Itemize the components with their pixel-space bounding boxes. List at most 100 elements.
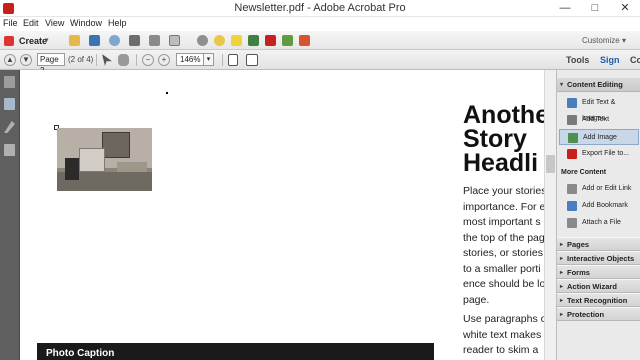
tab-comment[interactable]: Co	[630, 55, 640, 65]
zoom-out-button[interactable]: −	[142, 54, 154, 66]
comment-icon[interactable]	[214, 35, 225, 46]
signatures-icon[interactable]	[4, 144, 15, 156]
story-body-paragraph[interactable]: Use paragraphs o white text makes reader…	[463, 312, 544, 359]
attachments-icon[interactable]	[4, 121, 15, 133]
menu-help[interactable]: Help	[108, 18, 127, 28]
menu-window[interactable]: Window	[70, 18, 102, 28]
title-bar: Newsletter.pdf - Adobe Acrobat Pro — □ ✕	[0, 0, 640, 17]
body-line: reader to skim a	[463, 344, 539, 356]
document-page[interactable]: Anothe Story Headli Place your stories i…	[20, 70, 544, 360]
section-action-wizard[interactable]: ▸ Action Wizard	[557, 279, 640, 293]
email-icon[interactable]	[169, 35, 180, 46]
menu-file[interactable]: File	[3, 18, 18, 28]
maximize-button[interactable]: □	[580, 0, 610, 17]
add-text-icon	[567, 115, 577, 125]
export-icon[interactable]	[282, 35, 293, 46]
section-text-recognition[interactable]: ▸ Text Recognition	[557, 293, 640, 307]
main-toolbar: Create ▾ Customize ▾	[0, 31, 640, 50]
settings-icon[interactable]	[197, 35, 208, 46]
item-label: Add Text	[582, 116, 610, 123]
body-line: Place your stories	[463, 185, 544, 197]
headline-line: Story	[463, 125, 527, 153]
tab-tools[interactable]: Tools	[566, 55, 589, 65]
add-edit-link-button[interactable]: Add or Edit Link	[559, 181, 639, 197]
section-protection[interactable]: ▸ Protection	[557, 307, 640, 321]
create-icon	[4, 36, 14, 46]
bookmarks-icon[interactable]	[4, 98, 15, 110]
sign-icon[interactable]	[248, 35, 259, 46]
section-title: Pages	[567, 240, 590, 249]
review-icon[interactable]	[299, 35, 310, 46]
edit-icon[interactable]	[149, 35, 160, 46]
tab-sign[interactable]: Sign	[600, 55, 620, 65]
section-pages[interactable]: ▸ Pages	[557, 237, 640, 251]
previous-page-button[interactable]: ▲	[4, 54, 16, 66]
left-navigation-panel	[0, 70, 20, 360]
section-content-editing[interactable]: ▾ Content Editing	[557, 78, 640, 92]
attach-file-button[interactable]: Attach a File	[559, 215, 639, 231]
vertical-scrollbar[interactable]	[544, 70, 556, 360]
add-bookmark-button[interactable]: Add Bookmark	[559, 198, 639, 214]
full-screen-icon[interactable]	[246, 54, 258, 66]
chevron-right-icon: ▸	[560, 312, 564, 318]
headline-line: Anothe	[463, 101, 544, 129]
export-file-button[interactable]: Export File to...	[559, 146, 639, 162]
item-label: Export File to...	[582, 150, 630, 157]
section-forms[interactable]: ▸ Forms	[557, 265, 640, 279]
chevron-right-icon: ▸	[560, 256, 564, 262]
section-title: Action Wizard	[567, 282, 617, 291]
add-text-button[interactable]: Add Text	[559, 112, 639, 128]
body-line: ence should be lo	[463, 278, 544, 290]
section-interactive-objects[interactable]: ▸ Interactive Objects	[557, 251, 640, 265]
body-line: Use paragraphs o	[463, 313, 544, 325]
section-title: Text Recognition	[567, 296, 628, 305]
bookmark-icon	[567, 201, 577, 211]
item-label: Attach a File	[582, 219, 621, 226]
next-page-button[interactable]: ▼	[20, 54, 32, 66]
minimize-button[interactable]: —	[550, 0, 580, 17]
photo-caption[interactable]: Photo Caption	[37, 343, 434, 360]
section-title: Protection	[567, 310, 605, 319]
chevron-right-icon: ▸	[560, 284, 564, 290]
edit-text-icon	[567, 98, 577, 108]
menu-view[interactable]: View	[45, 18, 64, 28]
chevron-down-icon: ▾	[45, 37, 49, 44]
customize-button[interactable]: Customize ▾	[582, 36, 626, 45]
page-count: (2 of 4)	[68, 55, 94, 64]
select-cursor-icon[interactable]	[102, 54, 112, 66]
cloud-icon[interactable]	[109, 35, 120, 46]
story-body-paragraph[interactable]: Place your stories importance. For e mos…	[463, 184, 544, 308]
chevron-down-icon: ▾	[621, 36, 626, 45]
photo-shadow	[65, 158, 79, 180]
create-button[interactable]: Create ▾	[4, 34, 52, 48]
zoom-level-input[interactable]: 146%	[176, 53, 204, 66]
stamp-icon[interactable]	[231, 35, 242, 46]
fit-page-icon[interactable]	[228, 54, 238, 66]
section-title: Forms	[567, 268, 590, 277]
body-line: to a smaller porti	[463, 262, 541, 275]
open-folder-icon[interactable]	[69, 35, 80, 46]
story-headline[interactable]: Anothe Story Headli	[463, 101, 544, 176]
redact-icon[interactable]	[265, 35, 276, 46]
toolbar-divider	[136, 54, 137, 66]
page-number-input[interactable]: Page 2	[37, 53, 65, 75]
photo-shelf	[102, 132, 130, 158]
add-image-button[interactable]: Add Image	[559, 129, 639, 145]
section-title: Interactive Objects	[567, 254, 635, 263]
page-thumbnails-icon[interactable]	[4, 76, 15, 88]
print-icon[interactable]	[129, 35, 140, 46]
edit-text-images-button[interactable]: Edit Text & Images	[559, 95, 639, 122]
scrollbar-thumb[interactable]	[546, 155, 555, 173]
body-line: importance. For e	[463, 200, 544, 213]
body-line: white text makes	[463, 328, 542, 341]
save-icon[interactable]	[89, 35, 100, 46]
body-line: most important s	[463, 216, 541, 228]
newsletter-photo[interactable]	[57, 128, 152, 191]
close-button[interactable]: ✕	[610, 0, 640, 17]
menu-edit[interactable]: Edit	[23, 18, 39, 28]
add-image-icon	[568, 133, 578, 143]
chevron-right-icon: ▸	[560, 242, 564, 248]
zoom-in-button[interactable]: +	[158, 54, 170, 66]
zoom-dropdown-chevron-icon[interactable]: ▾	[204, 53, 214, 66]
hand-tool-icon[interactable]	[118, 54, 129, 66]
